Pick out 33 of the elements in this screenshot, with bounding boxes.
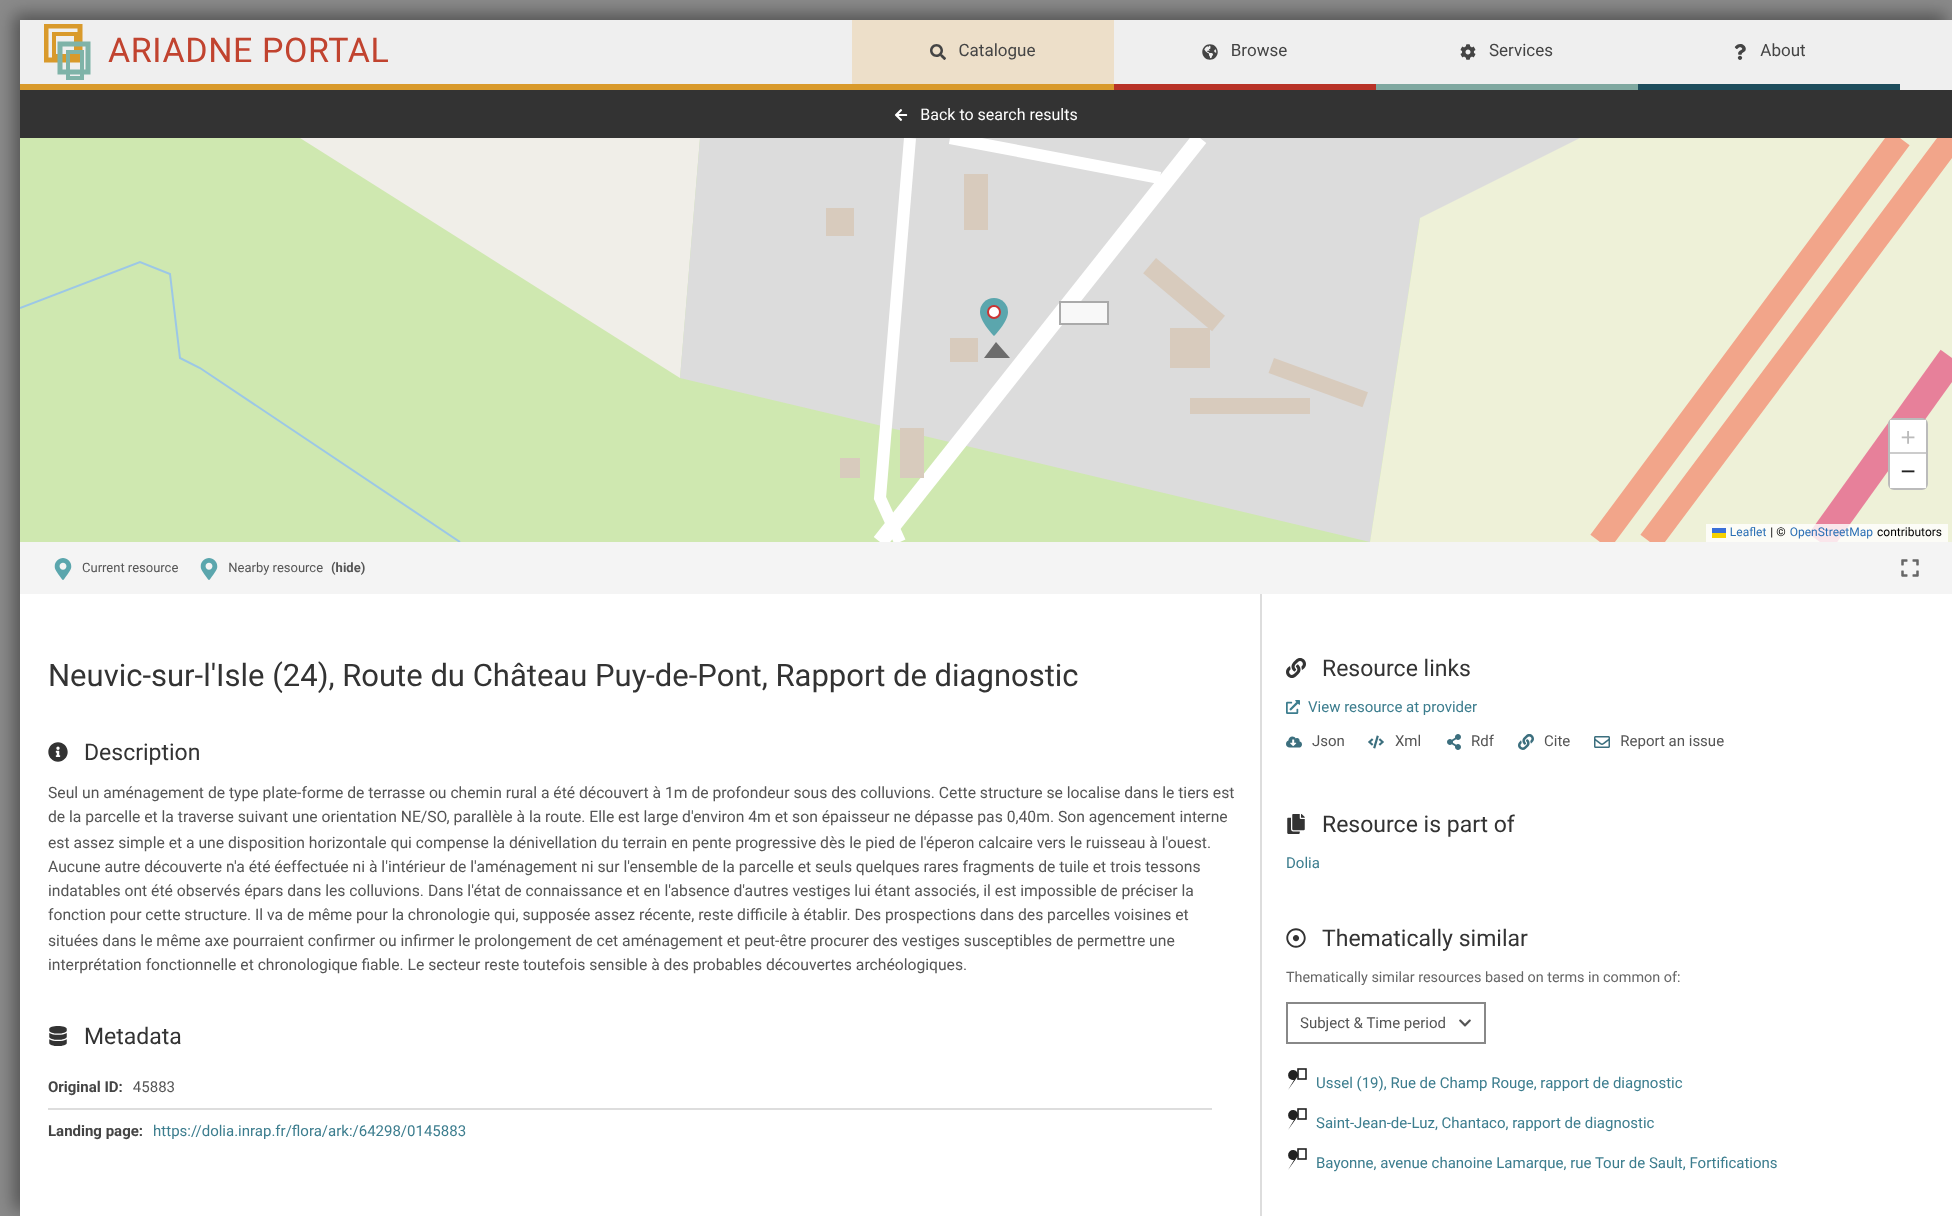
report-icon [1594, 733, 1611, 749]
chevron-down-icon [1457, 1016, 1472, 1030]
logo-icon [44, 24, 96, 80]
xml-icon [1368, 733, 1385, 749]
section-heading: Resource links [1322, 654, 1471, 682]
external-link-icon [1286, 700, 1300, 714]
pin-document-icon [1286, 1148, 1308, 1172]
json-icon [1286, 733, 1302, 749]
target-icon [1286, 928, 1306, 948]
page-title: Neuvic-sur-l'Isle (24), Route du Château Puy-de-Pont, Rapport de diagnostic [48, 658, 1081, 694]
section-heading: Description [84, 738, 201, 766]
copy-icon [1286, 814, 1306, 834]
current-marker-icon [52, 557, 74, 579]
info-icon [48, 742, 68, 762]
database-icon [48, 1026, 68, 1047]
portal-logo-text[interactable]: ARIADNE PORTAL [108, 32, 390, 72]
back-link[interactable]: Back to search results [894, 105, 1078, 123]
flag-icon [1711, 528, 1726, 538]
nearby-marker-icon [198, 557, 221, 579]
section-heading: Metadata [84, 1022, 182, 1051]
section-heading: Resource is part of [1322, 810, 1515, 838]
rdf-icon [1445, 733, 1462, 749]
question-icon [1732, 44, 1749, 60]
section-heading: Thematically similar [1322, 924, 1528, 952]
search-icon [930, 44, 947, 60]
arrow-left-icon [894, 107, 909, 121]
cite-icon [1518, 733, 1535, 749]
pin-document-icon [1286, 1108, 1308, 1132]
fullscreen-icon[interactable] [1900, 558, 1920, 578]
pin-document-icon [1286, 1068, 1308, 1092]
globe-icon [1202, 44, 1219, 60]
cog-icon [1460, 44, 1477, 60]
link-icon [1286, 658, 1306, 678]
